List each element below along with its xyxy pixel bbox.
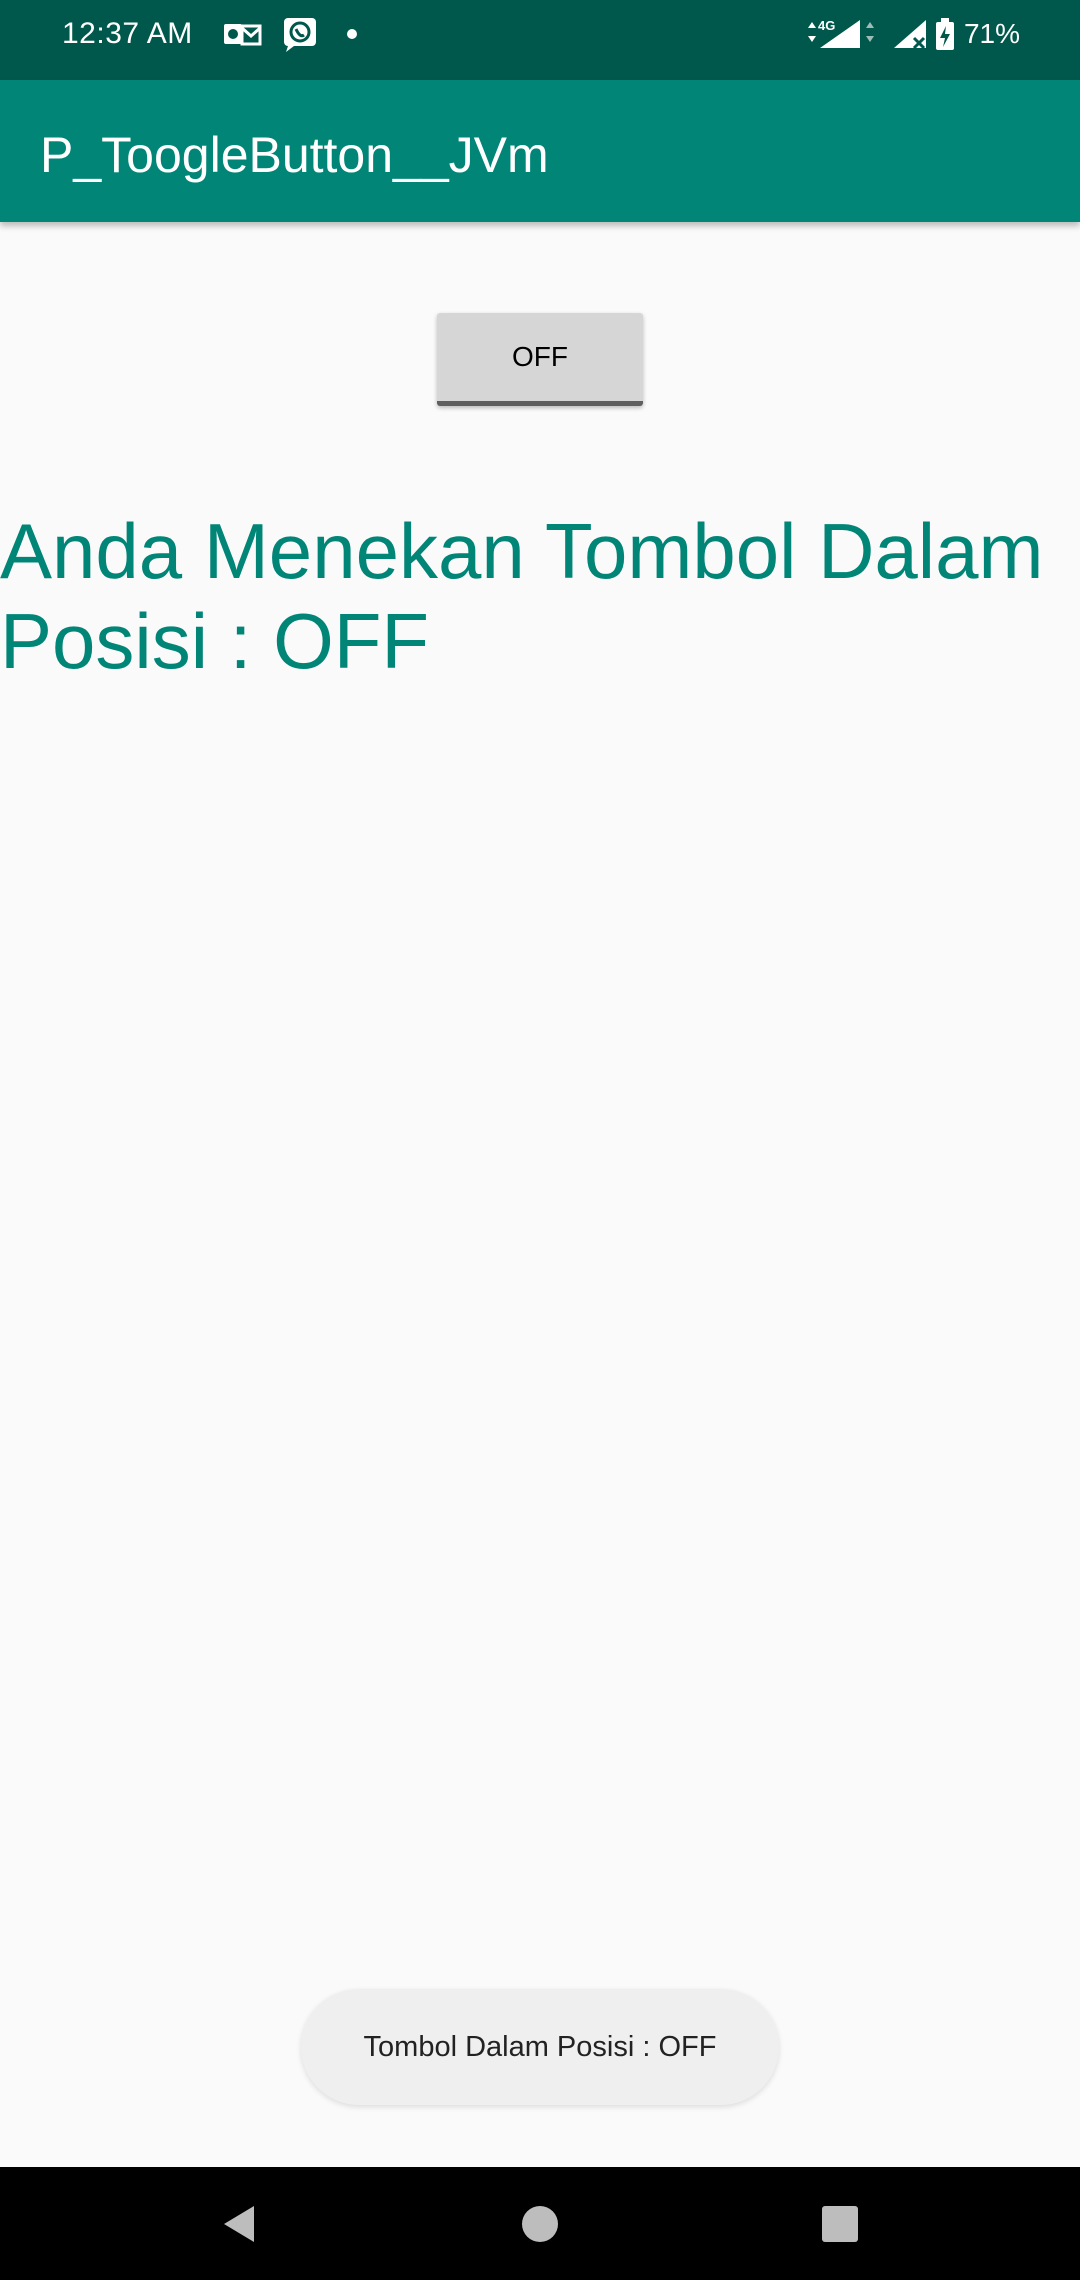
app-bar: P_ToogleButton__JVm (0, 80, 1080, 222)
home-icon (522, 2205, 558, 2242)
result-text: Anda Menekan Tombol Dalam Posisi : OFF (0, 507, 1044, 685)
outlook-notification-icon (224, 24, 262, 46)
battery-percentage: 71% (963, 18, 1020, 49)
whatsapp-notification-icon (284, 18, 316, 52)
svg-text:4G: 4G (818, 18, 835, 33)
notification-dot-icon (347, 29, 357, 39)
recents-button[interactable] (760, 2167, 920, 2280)
battery-charging-icon (936, 18, 954, 50)
toggle-button[interactable]: OFF (437, 313, 643, 406)
navigation-bar (0, 2167, 1080, 2280)
app-title: P_ToogleButton__JVm (40, 127, 549, 183)
back-button[interactable] (160, 2167, 320, 2280)
back-icon (224, 2205, 254, 2242)
recents-icon (822, 2205, 858, 2242)
status-time: 12:37 AM (62, 17, 193, 50)
home-button[interactable] (460, 2167, 620, 2280)
status-bar: 12:37 AM 4G 71% (0, 0, 1080, 80)
toast-message: Tombol Dalam Posisi : OFF (363, 2030, 717, 2063)
toast: Tombol Dalam Posisi : OFF (301, 1989, 779, 2105)
signal-no-service-icon (894, 20, 926, 50)
4g-signal-icon: 4G (808, 18, 874, 48)
